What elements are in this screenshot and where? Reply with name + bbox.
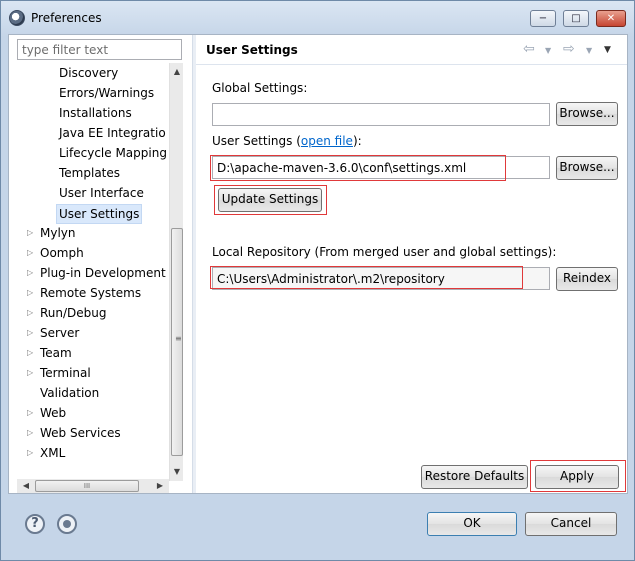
tree-item[interactable]: Discovery bbox=[59, 63, 118, 83]
tree-item[interactable]: User Interface bbox=[59, 183, 144, 203]
view-menu-icon[interactable]: ▼ bbox=[604, 45, 611, 55]
expand-arrow-icon[interactable]: ▷ bbox=[27, 303, 37, 323]
page-title: User Settings bbox=[206, 43, 298, 57]
page-header: User Settings ⇦ ▼ ⇨ ▼ ▼ bbox=[196, 35, 627, 65]
preference-tree: Discovery Errors/Warnings Installations Jav… bbox=[9, 63, 169, 473]
tree-item-label: Validation bbox=[40, 386, 100, 400]
tree-item[interactable]: ▷ Run/Debug bbox=[27, 303, 107, 323]
dialog-content: Discovery Errors/Warnings Installations Jav… bbox=[8, 34, 628, 494]
user-settings-label-end: ): bbox=[352, 134, 362, 148]
preference-tree-pane: Discovery Errors/Warnings Installations Jav… bbox=[9, 35, 192, 493]
apply-button[interactable]: Apply bbox=[535, 465, 619, 489]
maximize-button[interactable]: □ bbox=[563, 10, 589, 27]
tree-item[interactable]: ▷ Oomph bbox=[27, 243, 84, 263]
open-file-link[interactable]: open file bbox=[301, 134, 353, 148]
tree-item-label: Server bbox=[40, 326, 80, 340]
help-icon[interactable]: ? bbox=[25, 514, 45, 534]
user-settings-field[interactable] bbox=[212, 156, 550, 179]
expand-arrow-icon[interactable]: ▷ bbox=[27, 323, 37, 343]
tree-vertical-scrollbar[interactable]: ▲ ≡ ▼ bbox=[169, 63, 183, 481]
tree-item-label: User Settings bbox=[59, 207, 140, 221]
user-settings-label-text: User Settings ( bbox=[212, 134, 301, 148]
close-button[interactable]: ✕ bbox=[596, 10, 626, 27]
record-preferences-icon[interactable] bbox=[57, 514, 77, 534]
scroll-up-icon[interactable]: ▲ bbox=[170, 65, 184, 79]
update-settings-button[interactable]: Update Settings bbox=[218, 188, 322, 212]
preferences-window: Preferences − □ ✕ Discovery Errors/Warnin… bbox=[0, 0, 635, 561]
tree-item-label: Java EE Integratio bbox=[59, 126, 166, 140]
tree-horizontal-scrollbar[interactable]: ◀ III ▶ bbox=[17, 479, 169, 493]
expand-arrow-icon[interactable]: ▷ bbox=[27, 403, 37, 423]
forward-dropdown-icon[interactable]: ▼ bbox=[586, 46, 592, 55]
tree-item[interactable]: ▷ Remote Systems bbox=[27, 283, 142, 303]
tree-item-label: Remote Systems bbox=[40, 286, 142, 300]
tree-item[interactable]: ▷ Web bbox=[27, 403, 67, 423]
expand-arrow-icon[interactable]: ▷ bbox=[27, 423, 37, 443]
global-browse-button[interactable]: Browse... bbox=[556, 102, 618, 126]
expand-arrow-icon[interactable]: ▷ bbox=[27, 443, 37, 463]
tree-item[interactable]: ▷ Server bbox=[27, 323, 80, 343]
user-settings-label: User Settings (open file): bbox=[212, 134, 362, 148]
tree-item[interactable]: Lifecycle Mapping bbox=[59, 143, 167, 163]
tree-item[interactable]: ▷ Plug-in Development bbox=[27, 263, 166, 283]
window-title: Preferences bbox=[31, 11, 102, 25]
tree-item[interactable]: ▷ XML bbox=[27, 443, 66, 463]
tree-item-label: Lifecycle Mapping bbox=[59, 146, 167, 160]
restore-defaults-button[interactable]: Restore Defaults bbox=[421, 465, 528, 489]
tree-item-label: Web bbox=[40, 406, 67, 420]
tree-item-label: Run/Debug bbox=[40, 306, 107, 320]
tree-item[interactable]: Installations bbox=[59, 103, 132, 123]
scroll-grip-icon: ≡ bbox=[175, 334, 182, 343]
tree-item-label: Plug-in Development bbox=[40, 266, 166, 280]
back-dropdown-icon[interactable]: ▼ bbox=[545, 46, 551, 55]
scroll-left-icon[interactable]: ◀ bbox=[19, 479, 33, 493]
forward-arrow-icon[interactable]: ⇨ bbox=[563, 41, 575, 57]
tree-item-label: XML bbox=[40, 446, 66, 460]
scroll-down-icon[interactable]: ▼ bbox=[170, 465, 184, 479]
preference-page: User Settings ⇦ ▼ ⇨ ▼ ▼ Global Settings:… bbox=[196, 35, 627, 493]
tree-item[interactable]: ▷ Team bbox=[27, 343, 72, 363]
tree-item[interactable]: ▷ Web Services bbox=[27, 423, 121, 443]
reindex-button[interactable]: Reindex bbox=[556, 267, 618, 291]
tree-item-label: Templates bbox=[59, 166, 121, 180]
expand-arrow-icon[interactable]: ▷ bbox=[27, 283, 37, 303]
tree-item[interactable]: Templates bbox=[59, 163, 120, 183]
tree-item-label: Installations bbox=[59, 106, 132, 120]
expand-arrow-icon[interactable]: ▷ bbox=[27, 223, 37, 243]
eclipse-app-icon bbox=[9, 10, 25, 26]
tree-item[interactable]: Validation bbox=[40, 383, 99, 403]
expand-arrow-icon[interactable]: ▷ bbox=[27, 343, 37, 363]
global-settings-field[interactable] bbox=[212, 103, 550, 126]
tree-item-label: Discovery bbox=[59, 66, 119, 80]
expand-arrow-icon[interactable]: ▷ bbox=[27, 363, 37, 383]
tree-item[interactable]: Java EE Integratio bbox=[59, 123, 166, 143]
local-repository-field[interactable] bbox=[212, 267, 550, 290]
tree-item[interactable]: User Settings bbox=[56, 204, 143, 224]
minimize-button[interactable]: − bbox=[530, 10, 556, 27]
tree-item-label: Mylyn bbox=[40, 226, 76, 240]
tree-item-label: User Interface bbox=[59, 186, 144, 200]
horizontal-scroll-thumb[interactable]: III bbox=[35, 480, 139, 492]
global-settings-label: Global Settings: bbox=[212, 81, 308, 95]
back-arrow-icon[interactable]: ⇦ bbox=[523, 41, 535, 57]
expand-arrow-icon[interactable]: ▷ bbox=[27, 243, 37, 263]
tree-item-label: Errors/Warnings bbox=[59, 86, 155, 100]
dialog-button-bar: ? OK Cancel bbox=[1, 495, 634, 560]
expand-arrow-icon[interactable]: ▷ bbox=[27, 263, 37, 283]
tree-item-label: Oomph bbox=[40, 246, 84, 260]
user-browse-button[interactable]: Browse... bbox=[556, 156, 618, 180]
tree-item-label: Team bbox=[40, 346, 72, 360]
tree-item-label: Web Services bbox=[40, 426, 121, 440]
local-repository-label: Local Repository (From merged user and g… bbox=[212, 245, 557, 259]
ok-button[interactable]: OK bbox=[427, 512, 517, 536]
scroll-right-icon[interactable]: ▶ bbox=[153, 479, 167, 493]
vertical-scroll-thumb[interactable]: ≡ bbox=[171, 228, 183, 456]
title-bar[interactable]: Preferences − □ ✕ bbox=[1, 1, 634, 35]
filter-input[interactable] bbox=[17, 39, 182, 60]
tree-item[interactable]: Errors/Warnings bbox=[59, 83, 154, 103]
tree-item[interactable]: ▷ Terminal bbox=[27, 363, 91, 383]
tree-item[interactable]: ▷ Mylyn bbox=[27, 223, 76, 243]
tree-item-label: Terminal bbox=[40, 366, 91, 380]
cancel-button[interactable]: Cancel bbox=[525, 512, 617, 536]
